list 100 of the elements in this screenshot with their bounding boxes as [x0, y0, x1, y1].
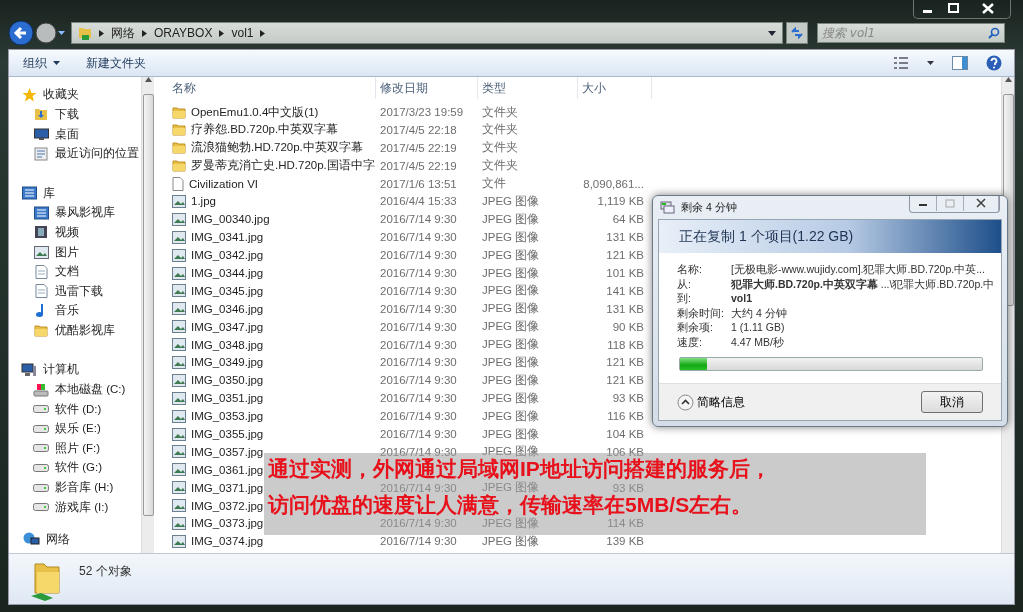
- modified-date: 2016/7/14 9:30: [379, 302, 458, 315]
- file-name[interactable]: IMG_0355.jpg: [191, 428, 264, 441]
- dropdown-icon[interactable]: [768, 30, 776, 36]
- column-header[interactable]: 类型: [478, 77, 578, 100]
- sidebar-item[interactable]: 视频: [21, 222, 141, 243]
- column-header[interactable]: 名称: [168, 77, 376, 100]
- sidebar-label[interactable]: 图片: [55, 244, 79, 260]
- sidebar-label[interactable]: 桌面: [55, 126, 79, 142]
- sidebar-item[interactable]: 库: [21, 183, 141, 204]
- sidebar-label[interactable]: 优酷影视库: [55, 322, 115, 338]
- file-name[interactable]: IMG_0348.jpg: [191, 338, 264, 351]
- sidebar-item[interactable]: 网络: [17, 527, 133, 552]
- file-name[interactable]: IMG_0374.jpg: [191, 535, 264, 548]
- sidebar-item[interactable]: 图片: [21, 242, 141, 262]
- file-name[interactable]: Civilization VI: [189, 177, 259, 190]
- file-name[interactable]: IMG_0342.jpg: [191, 249, 264, 262]
- search-field[interactable]: 搜索 vol1: [822, 26, 988, 41]
- file-name[interactable]: IMG_0341.jpg: [191, 231, 264, 244]
- sidebar-item[interactable]: 软件 (G:): [21, 458, 141, 478]
- file-name[interactable]: IMG_0361.jpg: [191, 463, 264, 476]
- drive-icon: [33, 444, 49, 453]
- scrollbar[interactable]: [141, 77, 154, 554]
- chevron-icon[interactable]: [142, 29, 147, 37]
- sidebar-label[interactable]: 迅雷下载: [55, 283, 103, 299]
- chevron-icon[interactable]: [260, 29, 266, 37]
- modified-date: 2016/7/14 9:30: [379, 356, 458, 369]
- file-name[interactable]: IMG_0353.jpg: [191, 410, 264, 423]
- file-name[interactable]: IMG_0371.jpg: [191, 481, 264, 494]
- file-name[interactable]: IMG_0373.jpg: [191, 517, 264, 530]
- sidebar-label[interactable]: 影音库 (H:): [55, 480, 114, 496]
- caret-icon[interactable]: [927, 61, 934, 66]
- sidebar-label[interactable]: 收藏夹: [43, 87, 79, 103]
- sidebar-item[interactable]: 本地磁盘 (C:): [21, 379, 141, 400]
- refresh-button[interactable]: [786, 22, 808, 45]
- file-name[interactable]: 1.jpg: [191, 195, 216, 208]
- sidebar-label[interactable]: 本地磁盘 (C:): [55, 382, 126, 398]
- search-icon[interactable]: [988, 27, 1000, 40]
- address-bar[interactable]: 网络 ORAYBOX vol1: [71, 22, 783, 45]
- file-name[interactable]: IMG_0372.jpg: [191, 499, 264, 512]
- sidebar-item[interactable]: 照片 (F:): [21, 438, 141, 459]
- view-list-icon[interactable]: [893, 56, 909, 71]
- file-name[interactable]: IMG_00340.jpg: [191, 213, 270, 226]
- sidebar-item[interactable]: 音乐: [21, 301, 141, 321]
- file-name[interactable]: IMG_0351.jpg: [191, 392, 264, 405]
- file-name[interactable]: IMG_0345.jpg: [191, 284, 264, 297]
- sidebar-label[interactable]: 网络: [46, 530, 70, 548]
- search-box[interactable]: 搜索 vol1: [817, 23, 1005, 44]
- sidebar-item[interactable]: 优酷影视库: [21, 320, 141, 341]
- details-toggle[interactable]: 简略信息: [677, 393, 745, 411]
- sidebar-item[interactable]: 文档: [21, 261, 141, 282]
- file-name[interactable]: 罗曼蒂克消亡史.HD.720p.国语中字: [191, 158, 375, 174]
- column-header[interactable]: 大小: [578, 77, 652, 100]
- cancel-button[interactable]: 取消: [921, 391, 983, 413]
- sidebar-label[interactable]: 暴风影视库: [55, 205, 115, 221]
- file-name[interactable]: IMG_0344.jpg: [191, 267, 264, 279]
- file-name[interactable]: IMG_0347.jpg: [191, 320, 264, 333]
- file-name[interactable]: 疗养怨.BD.720p.中英双字幕: [191, 122, 339, 138]
- sidebar-label[interactable]: 游戏库 (I:): [55, 499, 109, 515]
- scrollbar-thumb[interactable]: [142, 94, 154, 517]
- sidebar-item[interactable]: 最近访问的位置: [21, 143, 141, 164]
- sidebar-label[interactable]: 最近访问的位置: [55, 146, 139, 162]
- file-name[interactable]: 流浪猫鲍勃.HD.720p.中英双字幕: [191, 140, 363, 156]
- sidebar-label[interactable]: 软件 (D:): [55, 401, 102, 417]
- sidebar-item[interactable]: 软件 (D:): [21, 399, 141, 419]
- toolbar-button[interactable]: 新建文件夹: [84, 52, 148, 74]
- file-name[interactable]: IMG_0349.jpg: [191, 356, 264, 369]
- folder-icon: [172, 159, 186, 173]
- breadcrumb[interactable]: vol1: [231, 26, 254, 41]
- sidebar-item[interactable]: 收藏夹: [21, 85, 141, 105]
- chevron-icon[interactable]: [219, 29, 225, 37]
- sidebar-item[interactable]: 计算机: [21, 360, 141, 380]
- sidebar-label[interactable]: 音乐: [55, 303, 79, 319]
- sidebar-label[interactable]: 文档: [55, 264, 79, 280]
- back-icon[interactable]: [8, 20, 34, 47]
- breadcrumb[interactable]: ORAYBOX: [154, 26, 213, 41]
- column-header[interactable]: 修改日期: [376, 77, 478, 100]
- sidebar-label[interactable]: 视频: [55, 224, 79, 240]
- help-icon[interactable]: [986, 55, 1002, 72]
- sidebar-item[interactable]: 暴风影视库: [21, 203, 141, 223]
- sidebar-item[interactable]: 迅雷下载: [21, 281, 141, 301]
- file-name[interactable]: IMG_0346.jpg: [191, 302, 264, 315]
- sidebar-label[interactable]: 照片 (F:): [55, 440, 101, 456]
- sidebar-label[interactable]: 软件 (G:): [55, 460, 102, 476]
- sidebar-label[interactable]: 计算机: [43, 362, 79, 378]
- chevron-icon[interactable]: [99, 29, 104, 37]
- preview-pane-icon[interactable]: [952, 56, 968, 71]
- sidebar-label[interactable]: 下载: [55, 106, 79, 122]
- sidebar-item[interactable]: 下载: [21, 104, 141, 125]
- sidebar-item[interactable]: 娱乐 (E:): [21, 418, 141, 439]
- file-name[interactable]: IMG_0350.jpg: [191, 374, 264, 387]
- sidebar-item[interactable]: 影音库 (H:): [21, 477, 141, 498]
- sidebar-item[interactable]: 桌面: [21, 124, 141, 144]
- breadcrumb[interactable]: 网络: [111, 24, 135, 42]
- caret-icon[interactable]: [58, 30, 65, 37]
- file-name[interactable]: IMG_0357.jpg: [191, 445, 264, 458]
- sidebar-label[interactable]: 库: [43, 185, 55, 201]
- sidebar-label[interactable]: 娱乐 (E:): [55, 421, 101, 437]
- organize-menu[interactable]: 组织: [21, 52, 62, 74]
- file-name[interactable]: OpenEmu1.0.4中文版(1): [191, 104, 319, 120]
- sidebar-item[interactable]: 游戏库 (I:): [21, 497, 141, 517]
